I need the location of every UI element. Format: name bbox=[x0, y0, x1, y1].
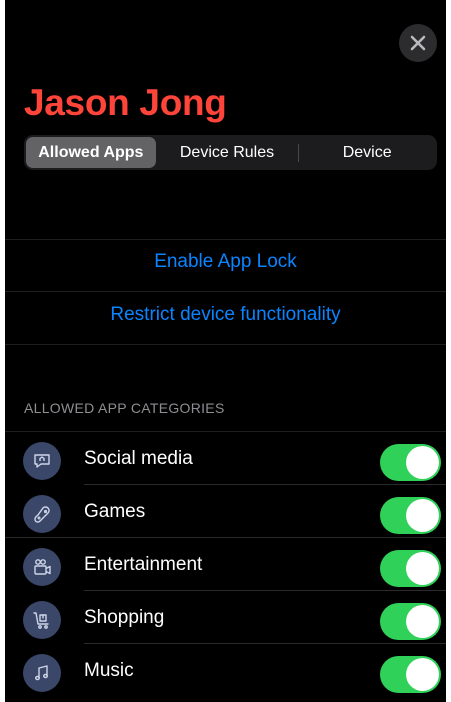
toggle-knob bbox=[406, 446, 439, 479]
social-media-toggle[interactable] bbox=[380, 444, 441, 481]
toggle-knob bbox=[406, 605, 439, 638]
category-row-social-media: Social media bbox=[5, 432, 446, 485]
category-label: Social media bbox=[84, 448, 193, 469]
music-toggle[interactable] bbox=[380, 656, 441, 693]
social-media-icon bbox=[23, 442, 61, 480]
tab-device-rules[interactable]: Device Rules bbox=[156, 137, 299, 168]
close-icon bbox=[410, 35, 426, 51]
category-row-shopping: Shopping bbox=[5, 591, 446, 644]
enable-app-lock-link[interactable]: Enable App Lock bbox=[5, 251, 446, 273]
category-label: Games bbox=[84, 501, 146, 522]
section-header: ALLOWED APP CATEGORIES bbox=[24, 400, 225, 416]
page-title: Jason Jong bbox=[24, 82, 227, 123]
toggle-knob bbox=[406, 499, 439, 532]
screen: Jason Jong Allowed Apps Device Rules Dev… bbox=[5, 0, 446, 702]
segmented-control: Allowed Apps Device Rules Device bbox=[24, 135, 437, 170]
toggle-knob bbox=[406, 552, 439, 585]
games-icon bbox=[23, 495, 61, 533]
tab-allowed-apps[interactable]: Allowed Apps bbox=[26, 137, 156, 168]
category-label: Entertainment bbox=[84, 554, 203, 575]
games-toggle[interactable] bbox=[380, 497, 441, 534]
entertainment-icon bbox=[23, 548, 61, 586]
close-button[interactable] bbox=[399, 24, 437, 62]
restrict-device-link[interactable]: Restrict device functionality bbox=[5, 304, 446, 326]
category-row-music: Music bbox=[5, 644, 446, 697]
category-row-games: Games bbox=[5, 485, 446, 538]
toggle-knob bbox=[406, 658, 439, 691]
shopping-toggle[interactable] bbox=[380, 603, 441, 640]
divider bbox=[5, 344, 446, 345]
divider bbox=[5, 291, 446, 292]
shopping-icon bbox=[23, 601, 61, 639]
tab-device[interactable]: Device bbox=[299, 137, 435, 168]
category-row-entertainment: Entertainment bbox=[5, 538, 446, 591]
music-icon bbox=[23, 654, 61, 692]
entertainment-toggle[interactable] bbox=[380, 550, 441, 587]
category-label: Shopping bbox=[84, 607, 165, 628]
category-label: Music bbox=[84, 660, 134, 681]
divider bbox=[5, 239, 446, 240]
